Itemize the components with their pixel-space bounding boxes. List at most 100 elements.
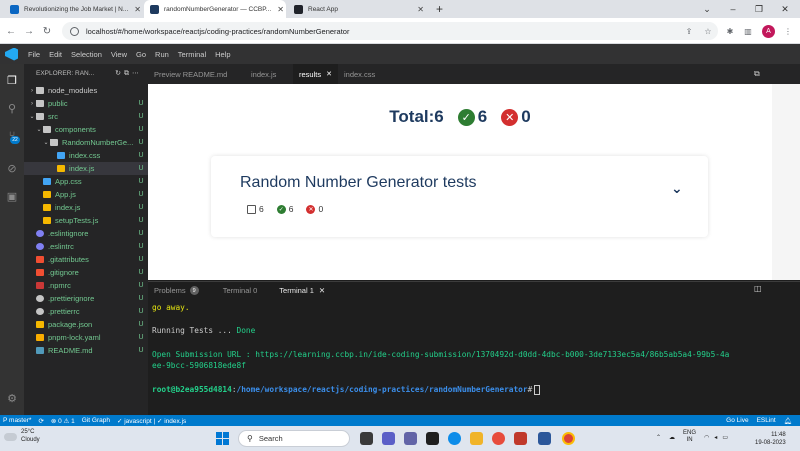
preview-scrollbar[interactable] — [772, 84, 800, 280]
tab-search-chevron-icon[interactable]: ⌄ — [696, 0, 718, 18]
menu-file[interactable]: File — [28, 50, 40, 59]
extensions-puzzle-icon[interactable]: ✱ — [724, 26, 736, 36]
editor-tab-index-js[interactable]: index.js — [245, 64, 282, 84]
maximize-button[interactable]: ❐ — [748, 0, 770, 18]
tree-item[interactable]: index.css U — [24, 149, 148, 162]
reload-icon[interactable]: ↻ — [40, 24, 54, 38]
close-icon[interactable]: ✕ — [326, 70, 332, 78]
extensions-icon[interactable]: ▣ — [4, 188, 20, 204]
panel-tab-terminal-0[interactable]: Terminal 0 — [217, 282, 264, 300]
tree-item[interactable]: .prettierignore U — [24, 292, 148, 305]
address-bar[interactable]: localhost/#/home/workspace/reactjs/codin… — [62, 22, 718, 40]
site-info-icon[interactable] — [70, 26, 79, 36]
bookmark-star-icon[interactable]: ☆ — [702, 26, 714, 36]
forward-arrow-icon[interactable]: → — [22, 24, 36, 38]
tree-item[interactable]: App.js U — [24, 188, 148, 201]
file-explorer-icon[interactable] — [470, 432, 483, 445]
maximize-panel-icon[interactable]: ◫ — [754, 284, 762, 293]
editor-tab-results[interactable]: results ✕ — [293, 64, 338, 84]
menu-terminal[interactable]: Terminal — [178, 50, 206, 59]
editor-tab-preview-readme[interactable]: Preview README.md — [148, 64, 233, 84]
run-debug-icon[interactable]: ⊘ — [4, 160, 20, 176]
collapse-all-icon[interactable]: ⧉ — [124, 70, 132, 77]
menu-help[interactable]: Help — [215, 50, 230, 59]
test-suite-card[interactable]: Random Number Generator tests ⌄ 6 ✓ 6 ✕ … — [211, 156, 708, 237]
sync-icon[interactable]: ⟳ — [38, 417, 43, 425]
chevron-icon[interactable]: ⌄ — [42, 139, 50, 146]
tree-item[interactable]: package.json U — [24, 318, 148, 331]
profile-avatar[interactable]: A — [762, 25, 775, 38]
problems-status[interactable]: ⊗ 0 ⚠ 1 — [51, 417, 75, 425]
weather-widget[interactable]: 25°C Cloudy — [4, 429, 40, 444]
chevron-down-icon[interactable]: ⌄ — [671, 180, 683, 197]
taskbar-search[interactable]: ⚲ Search — [238, 430, 350, 447]
explorer-files-icon[interactable]: ❐ — [4, 72, 20, 88]
tree-item[interactable]: › public U — [24, 97, 148, 110]
more-actions-icon[interactable]: ⋯ — [132, 70, 142, 77]
tree-item[interactable]: ⌄ RandomNumberGe... U — [24, 136, 148, 149]
close-icon[interactable]: ✕ — [128, 5, 141, 14]
widgets-icon[interactable] — [404, 432, 417, 445]
tree-item[interactable]: README.md U — [24, 344, 148, 357]
close-window-button[interactable]: ✕ — [774, 0, 796, 18]
tree-item[interactable]: .eslintrc U — [24, 240, 148, 253]
tree-item[interactable]: .gitignore U — [24, 266, 148, 279]
terminal-output[interactable]: go away. Running Tests ... Done Open Sub… — [148, 299, 800, 415]
tree-item[interactable]: App.css U — [24, 175, 148, 188]
teams-icon[interactable] — [382, 432, 395, 445]
menu-view[interactable]: View — [111, 50, 127, 59]
store-icon[interactable] — [426, 432, 439, 445]
close-icon[interactable]: ✕ — [271, 5, 284, 14]
settings-gear-icon[interactable]: ⚙ — [4, 390, 20, 406]
chevron-icon[interactable]: › — [28, 101, 36, 107]
browser-tab-job-market[interactable]: Revolutionizing the Job Market | N... ✕ — [4, 0, 142, 18]
app-icon[interactable] — [492, 432, 505, 445]
chevron-icon[interactable]: ⌄ — [28, 113, 36, 120]
edge-icon[interactable] — [448, 432, 461, 445]
new-tab-button[interactable]: + — [436, 2, 443, 16]
browser-tab-random-number-generator[interactable]: randomNumberGenerator — CCBP... ✕ — [144, 0, 286, 18]
close-icon[interactable]: ✕ — [319, 286, 325, 295]
side-panel-icon[interactable]: ▥ — [742, 26, 754, 36]
language-status[interactable]: ✓ javascript | ✓ index.js — [117, 417, 186, 425]
tree-item[interactable]: .eslintignore U — [24, 227, 148, 240]
chevron-up-icon[interactable]: ⌃ — [656, 434, 661, 441]
panel-tab-problems[interactable]: Problems 9 — [148, 282, 205, 300]
chrome-icon[interactable] — [562, 432, 575, 445]
panel-tab-terminal-1[interactable]: Terminal 1 ✕ — [273, 282, 332, 300]
share-icon[interactable]: ⇪ — [683, 26, 695, 36]
browser-tab-react-app[interactable]: React App ✕ — [288, 0, 430, 18]
taskbar-clock[interactable]: 11:48 19-08-2023 — [755, 431, 786, 447]
wifi-icon[interactable]: ◠ — [704, 434, 709, 441]
git-graph-button[interactable]: Git Graph — [82, 417, 110, 424]
windows-start-icon[interactable] — [216, 432, 229, 445]
chevron-icon[interactable]: ⌄ — [35, 126, 43, 133]
mcafee-icon[interactable] — [514, 432, 527, 445]
tree-item[interactable]: pnpm-lock.yaml U — [24, 331, 148, 344]
language-indicator[interactable]: ENG IN — [683, 430, 696, 444]
tree-item[interactable]: .prettierrc U — [24, 305, 148, 318]
tree-item[interactable]: › node_modules — [24, 84, 148, 97]
menu-selection[interactable]: Selection — [71, 50, 102, 59]
minimize-button[interactable]: – — [722, 0, 744, 18]
menu-edit[interactable]: Edit — [49, 50, 62, 59]
menu-run[interactable]: Run — [155, 50, 169, 59]
cloud-icon[interactable]: ☁ — [669, 434, 675, 441]
volume-icon[interactable]: ◂ — [714, 434, 717, 441]
search-icon[interactable]: ⚲ — [4, 100, 20, 116]
eslint-status[interactable]: ESLint — [757, 417, 776, 425]
menu-go[interactable]: Go — [136, 50, 146, 59]
task-view-icon[interactable] — [360, 432, 373, 445]
app-icon[interactable] — [538, 432, 551, 445]
tree-item[interactable]: index.js U — [24, 162, 148, 175]
tree-item[interactable]: ⌄ src U — [24, 110, 148, 123]
open-preview-icon[interactable]: ⧉ — [754, 69, 760, 79]
tree-item[interactable]: .npmrc U — [24, 279, 148, 292]
back-arrow-icon[interactable]: ← — [4, 24, 18, 38]
notifications-bell-icon[interactable]: 🔔︎ — [784, 417, 792, 425]
browser-menu-icon[interactable]: ⋮ — [782, 26, 794, 36]
git-branch[interactable]: P master* — [3, 417, 31, 424]
close-icon[interactable]: ✕ — [411, 5, 424, 14]
refresh-icon[interactable]: ↻ — [115, 70, 124, 77]
chevron-icon[interactable]: › — [28, 88, 36, 94]
